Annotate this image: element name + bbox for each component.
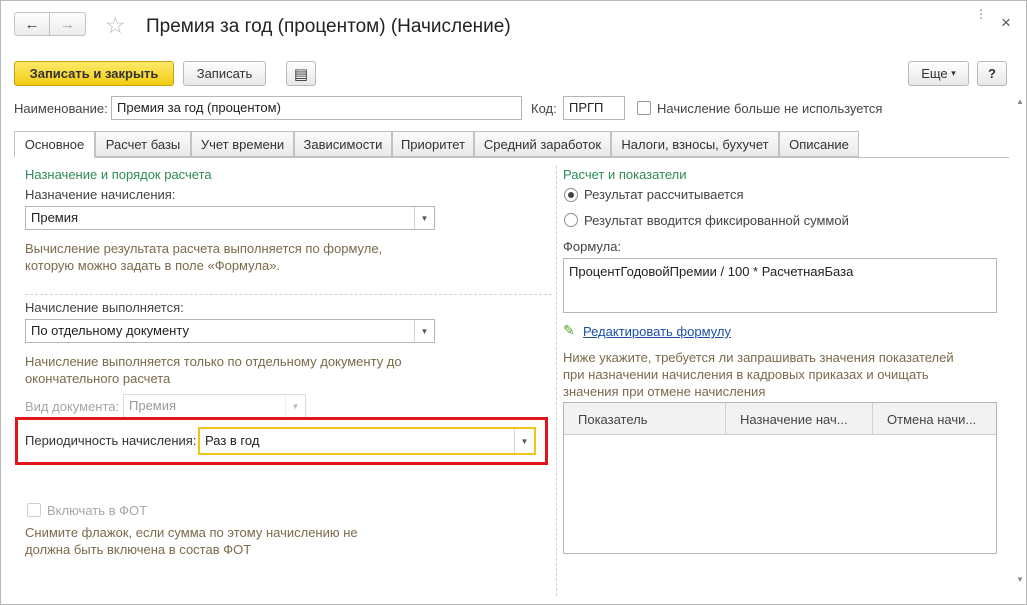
purpose-hint: Вычисление результата расчета выполняетс…: [25, 240, 382, 274]
chevron-down-icon: ▾: [951, 68, 956, 78]
doc-type-label: Вид документа:: [25, 399, 120, 414]
tab-priority[interactable]: Приоритет: [392, 131, 474, 157]
dropdown-arrow-icon[interactable]: ▼: [414, 320, 434, 342]
purpose-value: Премия: [31, 210, 79, 225]
indicators-table[interactable]: Показатель Назначение нач... Отмена начи…: [563, 402, 997, 554]
arrow-left-icon: ←: [24, 15, 40, 33]
execution-value: По отдельному документу: [31, 323, 189, 338]
tab-description[interactable]: Описание: [779, 131, 859, 157]
save-button[interactable]: Записать: [183, 61, 266, 86]
fot-hint-line: должна быть включена в состав ФОТ: [25, 542, 252, 557]
periodicity-value: Раз в год: [205, 433, 260, 448]
forward-button[interactable]: →: [50, 12, 86, 36]
column-divider: [556, 166, 557, 596]
execution-select[interactable]: По отдельному документу ▼: [25, 319, 435, 343]
more-button[interactable]: Еще ▾: [908, 61, 969, 86]
document-window: ← → ☆ Премия за год (процентом) (Начисле…: [0, 0, 1027, 605]
purpose-select[interactable]: Премия ▼: [25, 206, 435, 230]
doc-type-value: Премия: [129, 398, 177, 413]
dropdown-arrow-icon: ▼: [285, 395, 305, 417]
back-button[interactable]: ←: [14, 12, 50, 36]
column-header-assignment[interactable]: Назначение нач...: [726, 403, 873, 435]
doc-type-select: Премия ▼: [123, 394, 306, 418]
tab-time-accounting[interactable]: Учет времени: [191, 131, 294, 157]
divider: [25, 294, 552, 295]
periodicity-label: Периодичность начисления:: [25, 433, 197, 448]
radio-fixed[interactable]: [564, 213, 578, 227]
table-header: Показатель Назначение нач... Отмена начи…: [564, 403, 996, 435]
tab-main[interactable]: Основное: [14, 131, 95, 158]
edit-formula-link[interactable]: Редактировать формулу: [583, 324, 731, 339]
column-header-cancel[interactable]: Отмена начи...: [873, 403, 996, 435]
pencil-icon: ✎: [563, 322, 575, 338]
fot-hint-line: Снимите флажок, если сумма по этому начи…: [25, 525, 358, 540]
left-section-title: Назначение и порядок расчета: [25, 167, 212, 182]
scroll-down-icon[interactable]: ▼: [1016, 575, 1024, 584]
dropdown-arrow-icon[interactable]: ▼: [514, 429, 534, 453]
tab-divider: [95, 157, 1009, 158]
tab-taxes[interactable]: Налоги, взносы, бухучет: [611, 131, 779, 157]
fot-label: Включать в ФОТ: [47, 503, 148, 518]
list-icon[interactable]: ▤: [286, 61, 316, 86]
execution-hint-line: окончательного расчета: [25, 371, 171, 386]
column-header-indicator[interactable]: Показатель: [564, 403, 726, 435]
window-menu-icon[interactable]: ⋮: [975, 7, 988, 21]
formula-label: Формула:: [563, 239, 622, 254]
code-label: Код:: [531, 101, 557, 116]
execution-label: Начисление выполняется:: [25, 300, 184, 315]
code-input[interactable]: ПРГП: [563, 96, 625, 120]
scroll-up-icon[interactable]: ▲: [1016, 97, 1024, 106]
vertical-scrollbar[interactable]: ▲ ▼: [1013, 97, 1027, 597]
dropdown-arrow-icon[interactable]: ▼: [414, 207, 434, 229]
tab-base-calculation[interactable]: Расчет базы: [95, 131, 191, 157]
purpose-label: Назначение начисления:: [25, 187, 176, 202]
execution-hint-line: Начисление выполняется только по отдельн…: [25, 354, 402, 369]
favorite-star-icon[interactable]: ☆: [105, 13, 126, 37]
indicators-hint-line: Ниже укажите, требуется ли запрашивать з…: [563, 350, 954, 365]
formula-input[interactable]: ПроцентГодовойПремии / 100 * РасчетнаяБа…: [563, 258, 997, 313]
fot-hint: Снимите флажок, если сумма по этому начи…: [25, 524, 358, 558]
right-section-title: Расчет и показатели: [563, 167, 687, 182]
indicators-hint-line: при назначении начисления в кадровых при…: [563, 367, 929, 382]
name-label: Наименование:: [14, 101, 108, 116]
radio-calculated-label: Результат рассчитывается: [584, 187, 744, 202]
fot-checkbox: [27, 503, 41, 517]
name-input[interactable]: Премия за год (процентом): [111, 96, 522, 120]
indicators-hint-line: значения при отмене начисления: [563, 384, 766, 399]
purpose-hint-line: которую можно задать в поле «Формула».: [25, 258, 281, 273]
close-icon[interactable]: ×: [1001, 13, 1011, 33]
periodicity-select[interactable]: Раз в год ▼: [198, 427, 536, 455]
indicators-hint: Ниже укажите, требуется ли запрашивать з…: [563, 349, 954, 400]
radio-fixed-label: Результат вводится фиксированной суммой: [584, 213, 849, 228]
arrow-right-icon: →: [60, 15, 75, 33]
tab-average-earnings[interactable]: Средний заработок: [474, 131, 611, 157]
unused-label: Начисление больше не используется: [657, 101, 883, 116]
radio-calculated[interactable]: [564, 188, 578, 202]
tab-dependencies[interactable]: Зависимости: [294, 131, 392, 157]
execution-hint: Начисление выполняется только по отдельн…: [25, 353, 402, 387]
help-button[interactable]: ?: [977, 61, 1007, 86]
save-and-close-button[interactable]: Записать и закрыть: [14, 61, 174, 86]
more-label: Еще: [921, 66, 948, 81]
window-title: Премия за год (процентом) (Начисление): [146, 16, 511, 37]
purpose-hint-line: Вычисление результата расчета выполняетс…: [25, 241, 383, 256]
unused-checkbox[interactable]: [637, 101, 651, 115]
